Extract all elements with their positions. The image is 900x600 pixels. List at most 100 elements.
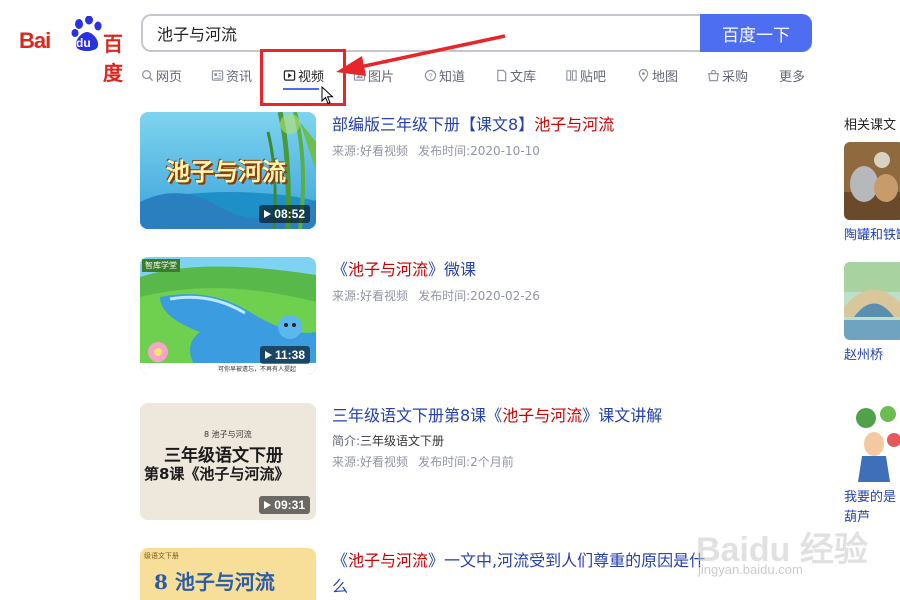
thumbnail-line2-text: 第8课《池子与河流》 (144, 465, 290, 483)
shop-icon (708, 69, 719, 81)
search-tabs: 网页 资讯 视频 图片 ? 知道 文库 贴吧 地图 采购 更多 (141, 64, 821, 88)
video-duration: 08:52 (259, 205, 310, 223)
tieba-icon (566, 69, 577, 81)
title-highlight: 池子与河流 (348, 260, 429, 279)
source-value: 好看视频 (360, 455, 409, 469)
thumbnail-caption-text: 可你早被遗忘，不再有人提起 (218, 366, 297, 373)
result-title-link[interactable]: 《池子与河流》一文中,河流受到人们尊重的原因是什么 (332, 548, 712, 600)
thumbnail-title-text: 8 池子与河流 (154, 570, 275, 594)
video-thumbnail[interactable]: 智库学堂 可你早被遗忘，不再有人提起 11:38 (140, 257, 316, 374)
video-duration: 09:31 (259, 496, 310, 514)
video-thumbnail[interactable]: 8 池子与河流 三年级语文下册 第8课《池子与河流》 09:31 (140, 403, 316, 520)
duration-text: 11:38 (274, 348, 305, 362)
title-text: 三年级语文下册第8课《 (332, 406, 503, 425)
svg-text:?: ? (428, 71, 432, 80)
logo-bai-text: Bai (19, 28, 51, 53)
related-item-label: 赵州桥 (844, 348, 884, 363)
search-button[interactable]: 百度一下 (700, 14, 812, 52)
date-label: 发布时间: (418, 289, 471, 303)
related-section-title: 相关课文 (844, 118, 897, 133)
related-item[interactable]: 我要的是葫芦 (844, 404, 900, 528)
tab-wenku[interactable]: 文库 (495, 64, 536, 86)
source-value: 好看视频 (360, 289, 409, 303)
result-meta: 来源:好看视频 发布时间:2020-02-26 (332, 287, 712, 304)
tab-label: 网页 (156, 69, 183, 85)
bridge-image (844, 262, 900, 340)
gourd-image (844, 404, 900, 482)
tab-news[interactable]: 资讯 (211, 64, 252, 86)
summary-value: 三年级语文下册 (360, 434, 445, 448)
baidu-logo[interactable]: Bai du 百度 (19, 14, 125, 85)
video-duration: 11:38 (259, 346, 310, 364)
result-title-link[interactable]: 《池子与河流》微课 (332, 257, 712, 283)
result-info: 部编版三年级下册【课文8】池子与河流 来源:好看视频 发布时间:2020-10-1… (332, 112, 712, 159)
question-icon: ? (424, 69, 437, 81)
title-highlight: 池子与河流 (502, 406, 583, 425)
tab-label: 贴吧 (580, 69, 607, 85)
play-icon (264, 501, 272, 509)
tab-label: 文库 (510, 69, 537, 85)
tab-zhidao[interactable]: ? 知道 (424, 64, 465, 86)
title-highlight: 池子与河流 (534, 115, 615, 134)
date-label: 发布时间: (418, 144, 471, 158)
play-icon (264, 210, 272, 218)
result-title-link[interactable]: 部编版三年级下册【课文8】池子与河流 (332, 112, 712, 138)
title-highlight: 池子与河流 (348, 551, 429, 570)
tab-label: 知道 (439, 69, 466, 85)
video-thumbnail[interactable]: 级语文下册 8 池子与河流 (140, 548, 316, 600)
tab-label: 采购 (722, 69, 749, 85)
news-icon (211, 69, 224, 81)
tab-tieba[interactable]: 贴吧 (565, 64, 606, 86)
doc-icon (497, 69, 507, 81)
thumbnail-small-text: 8 池子与河流 (204, 430, 252, 439)
date-label: 发布时间: (418, 455, 471, 469)
pottery-image (844, 142, 900, 220)
logo-du-text: du (76, 36, 91, 50)
title-text: 》微课 (428, 260, 477, 279)
related-item-image[interactable] (844, 404, 900, 482)
logo-baidu-cn-text: 百度 (103, 32, 123, 85)
tab-images[interactable]: 图片 (353, 64, 394, 86)
related-item-label: 陶罐和铁罐 (844, 228, 900, 243)
result-meta: 来源:好看视频 发布时间:2个月前 (332, 453, 712, 470)
duration-text: 08:52 (274, 207, 305, 221)
source-label: 来源: (332, 455, 361, 469)
source-value: 好看视频 (360, 144, 409, 158)
tab-web[interactable]: 网页 (141, 64, 182, 86)
title-text: 《 (332, 551, 349, 570)
search-icon (142, 69, 154, 81)
related-item[interactable]: 陶罐和铁罐 (844, 142, 900, 246)
source-label: 来源: (332, 144, 361, 158)
image-icon (353, 69, 366, 81)
tab-label: 资讯 (226, 69, 253, 85)
duration-text: 09:31 (274, 498, 305, 512)
tab-more[interactable]: 更多 (779, 64, 805, 86)
related-item-image[interactable] (844, 142, 900, 220)
date-value: 2个月前 (470, 455, 514, 469)
watermark-text: Baidu 经验 (696, 531, 868, 569)
search-input[interactable] (143, 16, 702, 50)
date-value: 2020-02-26 (470, 289, 540, 303)
title-text: 》课文讲解 (582, 406, 663, 425)
date-value: 2020-10-10 (470, 144, 540, 158)
tab-label: 更多 (779, 69, 806, 85)
video-thumbnail[interactable]: 池子与河流 08:52 (140, 112, 316, 229)
result-info: 三年级语文下册第8课《池子与河流》课文讲解 简介:三年级语文下册 来源:好看视频… (332, 403, 712, 470)
map-icon (638, 68, 649, 82)
tab-map[interactable]: 地图 (637, 64, 678, 86)
thumbnail-small-text: 级语文下册 (144, 552, 179, 560)
title-text: 部编版三年级下册【课文8】 (332, 115, 535, 134)
source-label: 来源: (332, 289, 361, 303)
related-item-image[interactable] (844, 262, 900, 340)
result-info: 《池子与河流》一文中,河流受到人们尊重的原因是什么 (332, 548, 712, 600)
search-box[interactable] (141, 14, 702, 52)
result-title-link[interactable]: 三年级语文下册第8课《池子与河流》课文讲解 (332, 403, 712, 429)
result-summary: 简介:三年级语文下册 (332, 432, 712, 449)
summary-label: 简介: (332, 434, 361, 448)
result-info: 《池子与河流》微课 来源:好看视频 发布时间:2020-02-26 (332, 257, 712, 304)
related-item-label: 我要的是葫芦 (844, 490, 897, 525)
thumbnail-brand-text: 智库学堂 (142, 259, 180, 272)
title-text: 《 (332, 260, 349, 279)
related-item[interactable]: 赵州桥 (844, 262, 900, 366)
tab-shopping[interactable]: 采购 (707, 64, 748, 86)
